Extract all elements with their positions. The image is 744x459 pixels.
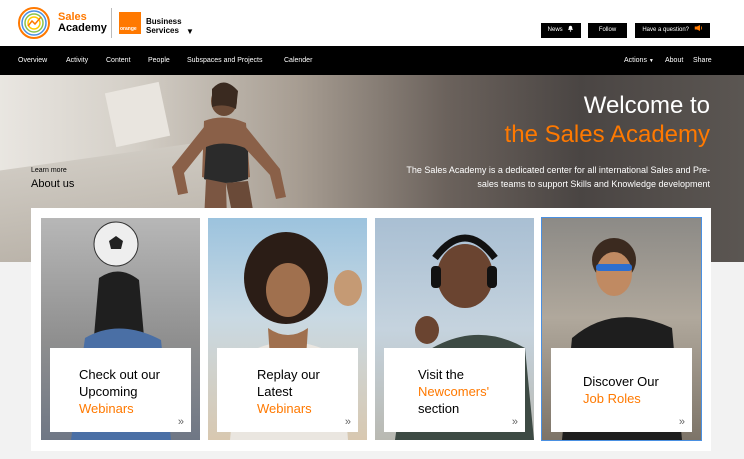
have-a-question-button[interactable]: Have a question? bbox=[635, 23, 710, 38]
main-nav: Overview Activity Content People Subspac… bbox=[0, 46, 744, 75]
learn-more-label: Learn more bbox=[31, 167, 67, 174]
nav-content[interactable]: Content bbox=[106, 46, 131, 75]
caret-down-icon[interactable]: ▼ bbox=[186, 27, 194, 36]
hero-title-line2: the Sales Academy bbox=[504, 121, 710, 148]
card-caption: Check out our Upcoming Webinars » bbox=[50, 348, 191, 432]
double-chevron-right-icon: » bbox=[177, 416, 184, 428]
card-caption: Replay our Latest Webinars » bbox=[217, 348, 358, 432]
nav-people[interactable]: People bbox=[148, 46, 170, 75]
logo-divider bbox=[111, 8, 112, 38]
card-newcomers-section[interactable]: Visit the Newcomers' section » bbox=[375, 218, 534, 440]
double-chevron-right-icon: » bbox=[678, 416, 685, 428]
nav-actions[interactable]: Actions ▼ bbox=[624, 46, 654, 76]
nav-activity[interactable]: Activity bbox=[66, 46, 88, 75]
about-us-link[interactable]: About us bbox=[31, 178, 74, 190]
card-upcoming-webinars[interactable]: Check out our Upcoming Webinars » bbox=[41, 218, 200, 440]
card-caption: Discover Our Job Roles » bbox=[551, 348, 692, 432]
nav-share[interactable]: Share bbox=[693, 46, 712, 75]
double-chevron-right-icon: » bbox=[511, 416, 518, 428]
card-job-roles[interactable]: Discover Our Job Roles » bbox=[541, 217, 702, 441]
nav-overview[interactable]: Overview bbox=[18, 46, 47, 75]
double-chevron-right-icon: » bbox=[344, 416, 351, 428]
nav-calender[interactable]: Calender bbox=[284, 46, 312, 75]
card-caption: Visit the Newcomers' section » bbox=[384, 348, 525, 432]
nav-about[interactable]: About bbox=[665, 46, 683, 75]
bell-icon bbox=[568, 25, 574, 32]
nav-subspaces-and-projects[interactable]: Subspaces and Projects bbox=[187, 46, 263, 75]
orange-logo: orange bbox=[119, 12, 141, 34]
hero-description: The Sales Academy is a dedicated center … bbox=[406, 165, 710, 189]
hero-block-shape bbox=[104, 81, 171, 148]
news-button[interactable]: News bbox=[541, 23, 581, 38]
hero-title-line1: Welcome to bbox=[583, 92, 710, 119]
follow-button[interactable]: Follow bbox=[588, 23, 627, 38]
header: Sales Academy orange Business Services ▼… bbox=[0, 0, 744, 46]
business-services-menu[interactable]: Business Services bbox=[146, 17, 182, 35]
brand-line2: Academy bbox=[58, 22, 107, 34]
caret-down-icon: ▼ bbox=[648, 58, 654, 64]
card-latest-webinars[interactable]: Replay our Latest Webinars » bbox=[208, 218, 367, 440]
megaphone-icon bbox=[694, 25, 702, 31]
sales-academy-logo-icon[interactable] bbox=[17, 6, 51, 40]
brand-name[interactable]: Sales Academy bbox=[58, 12, 107, 34]
